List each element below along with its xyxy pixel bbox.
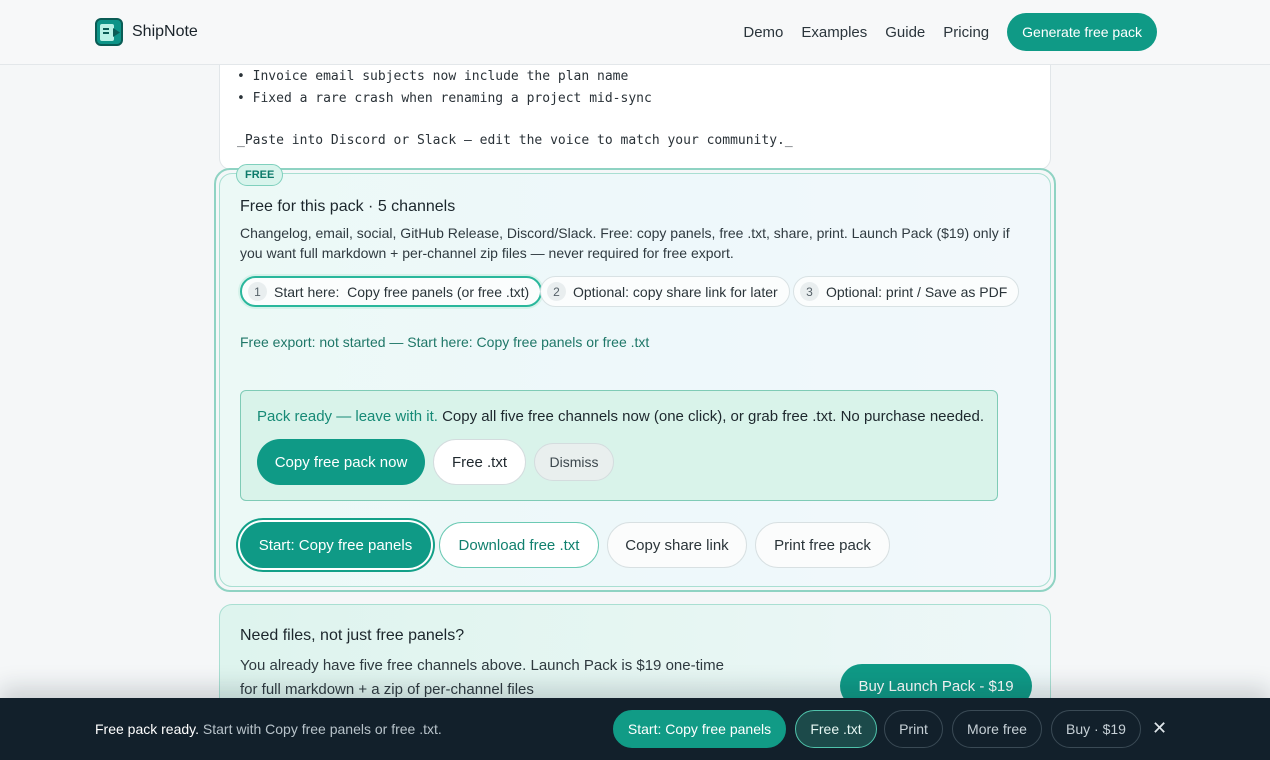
sticky-export-bar: Free pack ready. Start with Copy free pa…: [0, 698, 1270, 760]
step-number: 1: [248, 282, 267, 301]
copy-free-pack-now-button[interactable]: Copy free pack now: [257, 439, 425, 485]
generate-free-pack-button[interactable]: Generate free pack: [1007, 13, 1157, 51]
start-copy-free-panels-button[interactable]: Start: Copy free panels: [240, 522, 431, 568]
preview-line: • Fixed a rare crash when renaming a pro…: [237, 91, 652, 106]
pack-ready-lead: Pack ready — leave with it.: [257, 408, 438, 425]
step-number: 2: [547, 282, 566, 301]
free-export-status: Free export: not started — Start here: C…: [240, 334, 650, 350]
print-free-pack-button[interactable]: Print free pack: [755, 522, 890, 568]
step-label: Start here: Copy free panels (or free .t…: [274, 283, 530, 300]
bar-print-button[interactable]: Print: [884, 710, 943, 748]
preview-note: _Paste into Discord or Slack — edit the …: [237, 133, 793, 148]
close-icon[interactable]: ✕: [1152, 718, 1167, 738]
top-navigation-bar: ShipNote Demo Examples Guide Pricing Gen…: [0, 0, 1270, 65]
nav-guide[interactable]: Guide: [885, 24, 925, 41]
export-bar-lead: Free pack ready.: [95, 721, 200, 737]
step-2-copy-share-link[interactable]: 2 Optional: copy share link for later: [540, 276, 790, 307]
preview-line: • Invoice email subjects now include the…: [237, 69, 629, 84]
export-bar-message: Free pack ready. Start with Copy free pa…: [95, 721, 442, 737]
step-label: Optional: copy share link for later: [573, 283, 778, 300]
dismiss-button[interactable]: Dismiss: [534, 443, 614, 481]
main-nav: Demo Examples Guide Pricing Generate fre…: [743, 13, 1175, 51]
bar-more-free-button[interactable]: More free: [952, 710, 1042, 748]
pack-ready-panel: Pack ready — leave with it. Copy all fiv…: [240, 390, 998, 501]
upsell-description: You already have five free channels abov…: [240, 657, 724, 698]
pack-ready-text: Copy all five free channels now (one cli…: [437, 408, 985, 425]
export-bar-sub: Start with Copy free panels or free .txt…: [199, 721, 442, 737]
download-free-txt-button[interactable]: Download free .txt: [439, 522, 599, 568]
upsell-title: Need files, not just free panels?: [240, 627, 465, 644]
free-card-description: Changelog, email, social, GitHub Release…: [240, 225, 1010, 261]
step-label: Optional: print / Save as PDF: [826, 283, 1008, 300]
step-number: 3: [800, 282, 819, 301]
nav-pricing[interactable]: Pricing: [943, 24, 989, 41]
step-1-copy-free-panels[interactable]: 1 Start here: Copy free panels (or free …: [240, 276, 543, 307]
bar-start-copy-free-panels-button[interactable]: Start: Copy free panels: [613, 710, 786, 748]
brand[interactable]: ShipNote: [95, 18, 198, 46]
copy-share-link-button[interactable]: Copy share link: [607, 522, 747, 568]
free-txt-button[interactable]: Free .txt: [433, 439, 526, 485]
bar-free-txt-button[interactable]: Free .txt: [795, 710, 877, 748]
pack-ready-message: Pack ready — leave with it. Copy all fiv…: [257, 408, 984, 425]
nav-demo[interactable]: Demo: [743, 24, 783, 41]
nav-examples[interactable]: Examples: [801, 24, 867, 41]
bar-buy-button[interactable]: Buy · $19: [1051, 710, 1141, 748]
free-badge: FREE: [236, 164, 284, 186]
free-card-title: Free for this pack · 5 channels: [240, 198, 456, 215]
shipnote-logo-icon: [95, 18, 123, 46]
brand-name: ShipNote: [132, 23, 198, 40]
step-3-print-pdf[interactable]: 3 Optional: print / Save as PDF: [793, 276, 1020, 307]
